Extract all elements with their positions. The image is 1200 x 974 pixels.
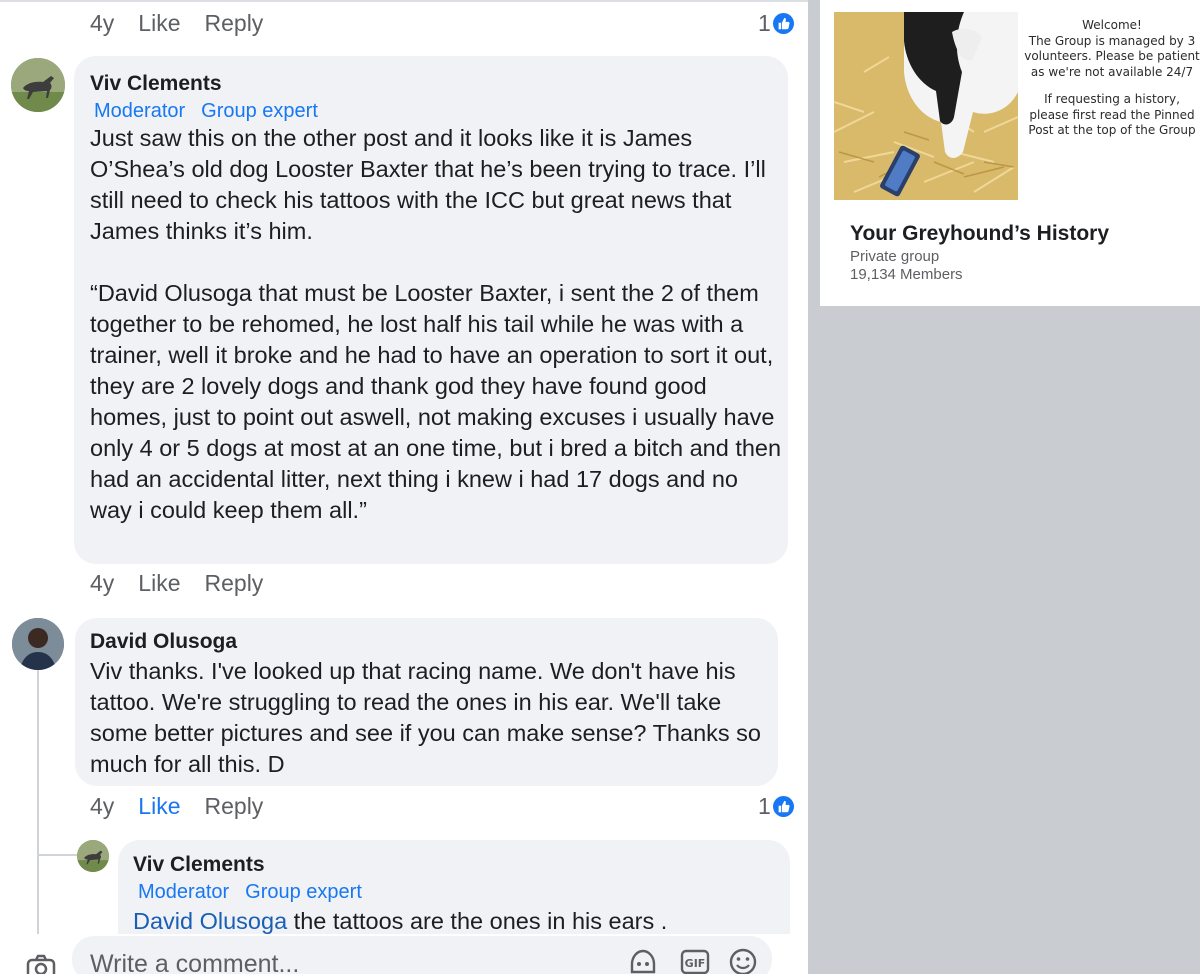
comment-text: Just saw this on the other post and it l… xyxy=(90,125,782,523)
comment-text-rest: the tattoos are the ones in his ears . xyxy=(287,908,668,934)
group-cover-image: Welcome! The Group is managed by 3 volun… xyxy=(834,12,1200,200)
comment-text: Viv thanks. I've looked up that racing n… xyxy=(90,658,761,777)
reaction-count[interactable]: 1 xyxy=(758,10,794,37)
reaction-count-label: 1 xyxy=(758,793,771,819)
comment-text: David Olusoga the tattoos are the ones i… xyxy=(133,906,783,937)
comment-age: 4y xyxy=(90,793,115,819)
comment-age: 4y xyxy=(90,570,115,596)
comment-actions: 4y Like Reply xyxy=(90,793,263,820)
reaction-count-label: 1 xyxy=(758,10,771,36)
like-button[interactable]: Like xyxy=(138,570,180,597)
author-badges: Moderator Group expert xyxy=(138,881,362,904)
comment-author[interactable]: Viv Clements xyxy=(133,853,265,877)
comment-actions: 4y Like Reply xyxy=(90,10,263,37)
greyhound-cover-photo xyxy=(834,12,1018,200)
gif-icon[interactable]: GIF xyxy=(680,948,710,974)
comment-author[interactable]: Viv Clements xyxy=(90,72,222,96)
badge-moderator[interactable]: Moderator xyxy=(94,100,185,123)
comment-age: 4y xyxy=(90,10,115,36)
reply-button[interactable]: Reply xyxy=(205,570,264,597)
cover-line-2: If requesting a history, please first re… xyxy=(1028,92,1196,137)
divider xyxy=(0,0,808,2)
right-sidebar: Welcome! The Group is managed by 3 volun… xyxy=(808,0,1200,974)
group-member-count: 19,134 Members xyxy=(850,266,963,283)
badge-group-expert[interactable]: Group expert xyxy=(201,100,318,123)
like-reaction-icon xyxy=(772,796,794,817)
comment-bubble: David Olusoga Viv thanks. I've looked up… xyxy=(75,618,778,786)
author-badges: Moderator Group expert xyxy=(94,100,318,123)
avatar[interactable] xyxy=(12,618,64,670)
like-button[interactable]: Like xyxy=(138,10,180,37)
avatar-sticker-icon[interactable] xyxy=(628,948,658,974)
thread-line xyxy=(37,670,39,934)
avatar[interactable] xyxy=(11,58,65,112)
like-reaction-icon xyxy=(772,13,794,34)
cover-line-1: The Group is managed by 3 volunteers. Pl… xyxy=(1024,33,1200,79)
group-card[interactable]: Welcome! The Group is managed by 3 volun… xyxy=(820,0,1200,306)
comment-bubble: Viv Clements Moderator Group expert Just… xyxy=(74,56,788,564)
reply-button[interactable]: Reply xyxy=(205,10,264,37)
comment-composer: Write a comment... GIF xyxy=(0,934,808,974)
emoji-icon[interactable] xyxy=(728,948,758,974)
comment-author[interactable]: David Olusoga xyxy=(90,630,237,654)
cover-welcome-text: Welcome! The Group is managed by 3 volun… xyxy=(1024,18,1200,139)
reaction-count[interactable]: 1 xyxy=(758,793,794,820)
comment-actions: 4y Like Reply xyxy=(90,570,263,597)
comments-column: 4y Like Reply 1 Viv Clements Moderator G… xyxy=(0,0,808,974)
cover-welcome: Welcome! xyxy=(1082,18,1142,32)
reply-button[interactable]: Reply xyxy=(205,793,264,820)
group-privacy: Private group xyxy=(850,248,940,265)
group-name[interactable]: Your Greyhound’s History xyxy=(850,222,1109,246)
camera-icon[interactable] xyxy=(26,954,56,974)
svg-text:GIF: GIF xyxy=(685,957,706,970)
badge-group-expert[interactable]: Group expert xyxy=(245,881,362,904)
avatar[interactable] xyxy=(77,840,109,872)
comment-input-placeholder: Write a comment... xyxy=(90,950,300,974)
mention-link[interactable]: David Olusoga xyxy=(133,908,287,934)
badge-moderator[interactable]: Moderator xyxy=(138,881,229,904)
comment-input[interactable]: Write a comment... GIF xyxy=(72,936,772,974)
thread-branch xyxy=(37,854,77,856)
like-button[interactable]: Like xyxy=(138,793,180,820)
